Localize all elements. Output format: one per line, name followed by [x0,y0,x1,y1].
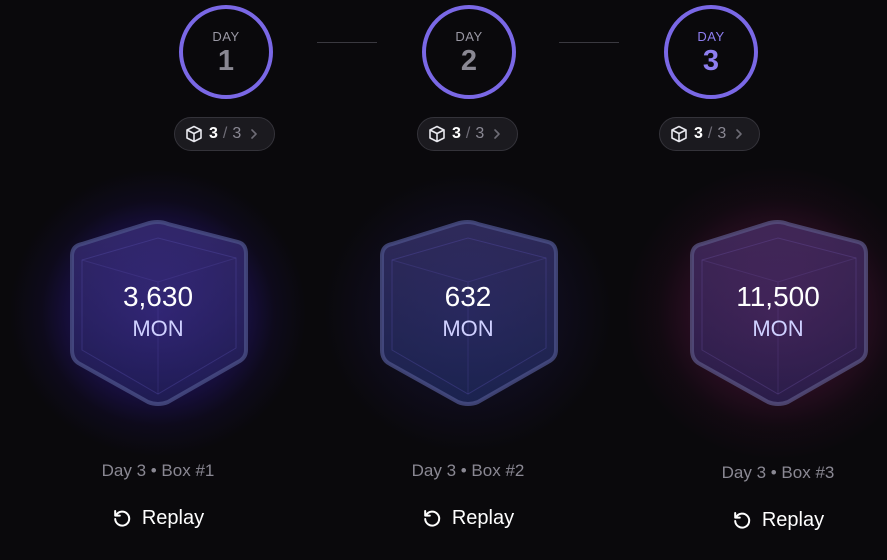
opened-count: 3 [452,125,461,142]
box-caption: Day 3 • Box #2 [411,461,525,480]
replay-label: Replay [761,508,825,531]
cube-icon [429,125,445,143]
chevron-right-icon [251,129,258,139]
opened-count: 3 [209,125,218,142]
total-count: 3 [475,125,485,142]
day-label: DAY [455,29,483,44]
reward-amount: 3,630 [122,281,194,312]
day-label: DAY [212,29,240,44]
replay-label: Replay [451,506,515,529]
reward-boxes-view: DAY 1 DAY 2 DAY 3 3 / 3 3 / 3 3 / 3 3,63… [0,0,887,560]
count-separator: / [222,125,228,142]
day-connector [317,42,377,43]
replay-icon [114,510,131,527]
replay-label: Replay [141,506,205,529]
mystery-box-1[interactable] [68,218,248,408]
total-count: 3 [717,125,727,142]
day-1-circle[interactable]: DAY 1 [179,5,273,99]
cube-icon [186,125,202,143]
cube-icon [671,125,687,143]
boxes-opened-pill-day-1[interactable]: 3 / 3 [174,117,275,151]
replay-icon [734,512,751,529]
mystery-box-2[interactable] [378,218,558,408]
replay-button-box-2[interactable]: Replay [398,502,538,534]
boxes-opened-pill-day-2[interactable]: 3 / 3 [417,117,518,151]
reward-amount: 632 [444,281,492,312]
replay-button-box-1[interactable]: Replay [88,502,228,534]
day-2-circle[interactable]: DAY 2 [422,5,516,99]
day-number: 3 [702,45,720,77]
box-caption: Day 3 • Box #1 [101,461,215,480]
box-caption: Day 3 • Box #3 [721,463,835,482]
replay-icon [424,510,441,527]
day-connector [559,42,619,43]
chevron-right-icon [736,129,743,139]
reward-unit: MON [752,316,804,341]
reward-amount: 11,500 [736,281,820,312]
reward-unit: MON [442,316,494,341]
replay-button-box-3[interactable]: Replay [708,504,848,536]
opened-count: 3 [694,125,703,142]
reward-unit: MON [132,316,184,341]
count-separator: / [465,125,471,142]
day-label: DAY [697,29,725,44]
day-number: 2 [460,45,478,77]
chevron-right-icon [494,129,501,139]
day-3-circle[interactable]: DAY 3 [664,5,758,99]
boxes-opened-pill-day-3[interactable]: 3 / 3 [659,117,760,151]
total-count: 3 [232,125,242,142]
count-separator: / [707,125,713,142]
day-number: 1 [217,45,235,77]
mystery-box-3[interactable] [688,218,868,408]
